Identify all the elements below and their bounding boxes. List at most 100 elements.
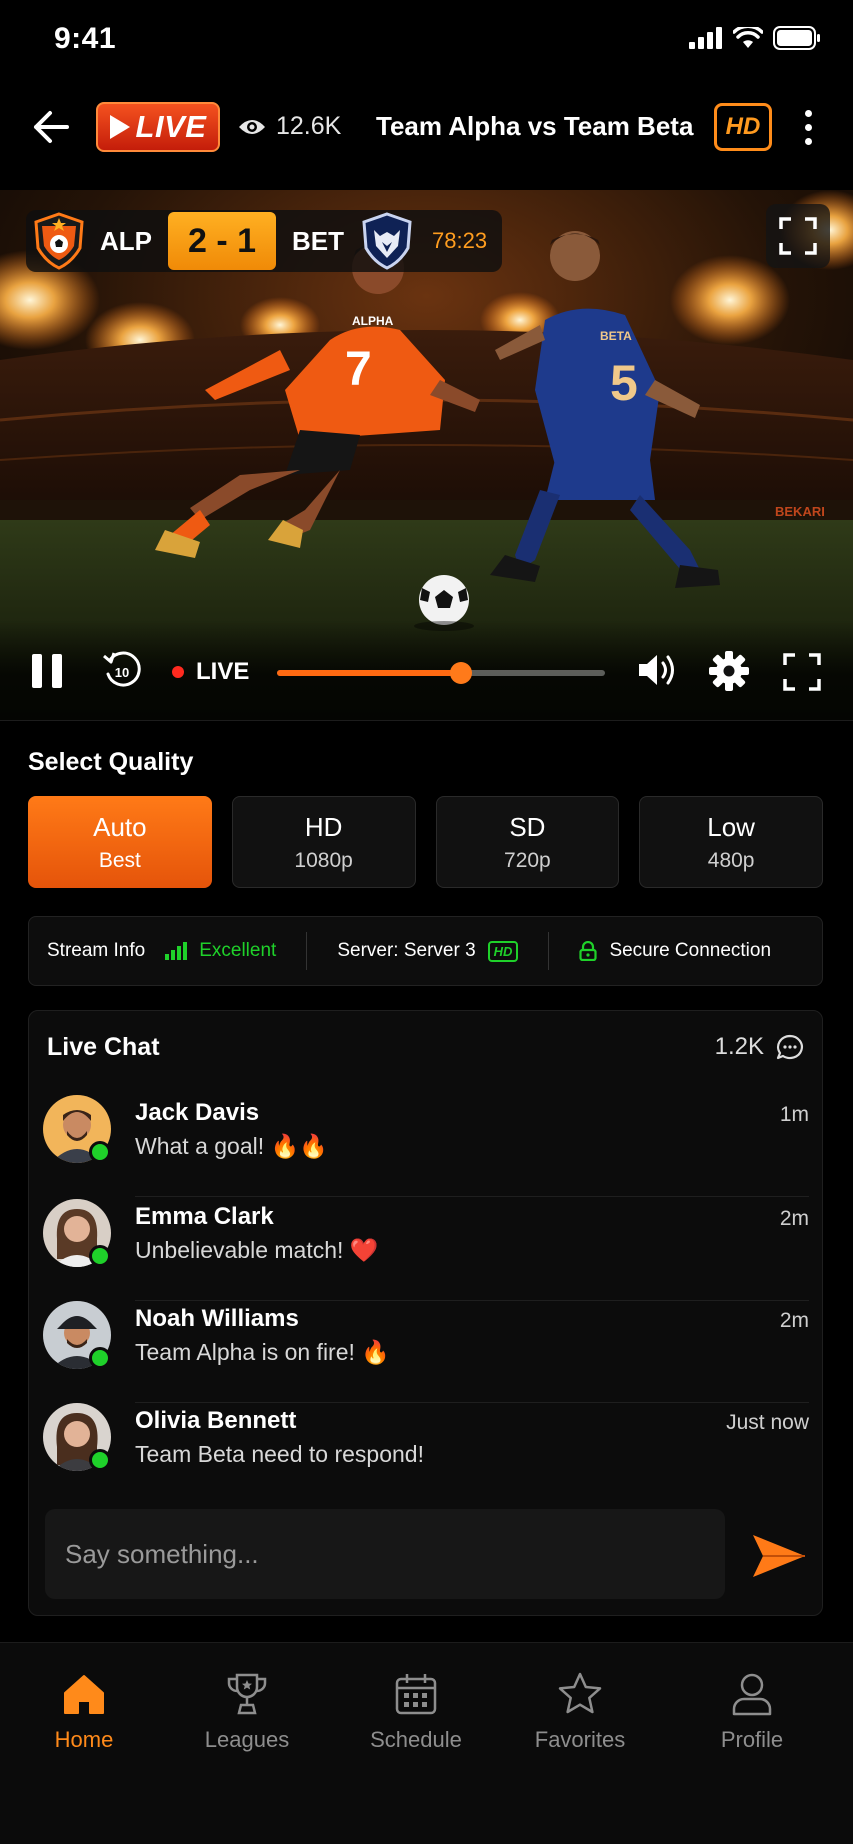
eye-icon [239,119,265,134]
status-icons [689,26,821,50]
chat-timestamp: Just now [726,1411,809,1434]
pause-button[interactable] [32,654,66,690]
player-controls: 10 LIVE [0,620,853,720]
stream-info-server: Server: Server 3 HD [337,940,519,962]
expand-button[interactable] [766,204,830,268]
chat-count: 1.2K [715,1033,804,1061]
server-hd-badge: HD [487,940,519,962]
team-beta-crest-icon [362,212,412,270]
hd-quality-button[interactable]: HD [714,103,772,151]
home-team-code: ALP [100,225,152,256]
live-indicator[interactable]: LIVE [172,658,249,686]
team-alpha-crest-icon [34,212,84,270]
stream-info-bar: Stream Info Excellent Server: Server 3 H… [28,916,823,986]
chat-timestamp: 2m [779,1309,809,1332]
away-jersey-number: 5 [610,355,638,411]
nav-schedule[interactable]: Schedule [346,1671,486,1771]
app-header: LIVE 12.6K Team Alpha vs Team Beta HD [0,90,853,166]
chat-message: Jack Davis What a goal! 🔥🔥 1m [43,1095,809,1197]
nav-label: Home [54,1727,114,1752]
rewind-10-button[interactable]: 10 [100,648,144,692]
pause-bar-icon [32,654,42,688]
chat-text: Unbelievable match! ❤️ [135,1237,379,1263]
nav-profile[interactable]: Profile [682,1671,822,1771]
server-name: Server: Server 3 [337,940,476,961]
quality-options: Auto Best HD 1080p SD 720p Low 480p [28,796,823,888]
lock-icon [579,941,598,961]
chat-message-input[interactable] [45,1509,725,1599]
nav-favorites[interactable]: Favorites [510,1671,650,1771]
quality-sublabel: 720p [504,848,551,872]
fullscreen-button[interactable] [782,652,822,692]
chat-text: Team Beta need to respond! [135,1441,424,1467]
viewer-count-value: 12.6K [276,112,342,140]
status-time: 9:41 [54,22,117,55]
chat-username: Jack Davis [135,1099,260,1126]
quality-sublabel: Best [98,848,141,872]
pause-bar-icon [52,654,62,688]
match-clock: 78:23 [432,228,488,253]
quality-label: SD [509,811,546,842]
online-status-icon [89,1449,111,1471]
chat-count-value: 1.2K [714,1033,764,1060]
chat-timestamp: 1m [779,1103,809,1126]
divider [548,932,550,970]
live-indicator-label: LIVE [196,658,250,685]
quality-label: Low [707,811,755,842]
viewer-count: 12.6K [238,112,341,141]
quality-section-title: Select Quality [28,748,194,776]
chat-title: Live Chat [47,1033,160,1061]
chat-text: Team Alpha is on fire! 🔥 [135,1339,390,1365]
home-jersey-name: ALPHA [352,314,394,328]
home-icon [64,1675,104,1714]
more-dot-icon [804,137,812,145]
chat-message: Emma Clark Unbelievable match! ❤️ 2m [43,1199,809,1301]
chat-username: Olivia Bennett [135,1407,297,1434]
nav-home[interactable]: Home [14,1671,154,1771]
trophy-icon [227,1673,267,1715]
ad-board-text: BEKARI [775,504,825,519]
nav-label: Favorites [534,1727,626,1752]
more-dot-icon [804,109,812,117]
quality-hd-button[interactable]: HD 1080p [231,796,416,888]
send-button[interactable] [751,1531,807,1581]
online-status-icon [89,1245,111,1267]
connection-status: Secure Connection [609,940,772,961]
cellular-signal-icon [689,27,722,49]
chat-bubble-icon [776,1034,803,1060]
stream-info-security: Secure Connection [579,940,771,962]
more-options-button[interactable] [796,104,820,150]
progress-handle[interactable] [449,662,472,684]
quality-label: Auto [93,811,147,842]
chat-timestamp: 2m [779,1207,809,1230]
progress-bar[interactable] [277,662,605,684]
quality-sd-button[interactable]: SD 720p [435,796,620,888]
quality-sublabel: 480p [707,848,755,872]
volume-button[interactable] [636,650,680,690]
more-dot-icon [804,123,812,131]
quality-low-button[interactable]: Low 480p [639,796,823,888]
nav-label: Schedule [370,1727,462,1752]
live-badge-label: LIVE [135,109,207,144]
divider [306,932,308,970]
live-dot-icon [172,666,184,678]
chat-username: Noah Williams [135,1305,299,1332]
stream-info-label: Stream Info [47,940,146,961]
battery-icon [773,26,820,50]
live-chat-panel: Live Chat 1.2K Jack Davis What a goal! 🔥… [28,1010,823,1616]
stream-info-signal: Stream Info Excellent [47,940,276,962]
back-button[interactable] [28,104,74,150]
quality-auto-button[interactable]: Auto Best [28,796,212,888]
away-team-code: BET [292,225,344,256]
online-status-icon [89,1141,111,1163]
nav-label: Profile [720,1727,784,1752]
signal-strength-icon [165,942,188,960]
video-player[interactable]: BEKARI 7 ALPHA 5 BETA ALP 2 - 1 BET 78:2… [0,190,853,720]
score: 2 - 1 [168,212,276,270]
progress-fill [277,670,461,676]
nav-leagues[interactable]: Leagues [177,1671,317,1771]
away-jersey-name: BETA [600,329,632,343]
settings-button[interactable] [708,650,750,692]
chat-message: Noah Williams Team Alpha is on fire! 🔥 2… [43,1301,809,1403]
wifi-icon [733,27,763,48]
